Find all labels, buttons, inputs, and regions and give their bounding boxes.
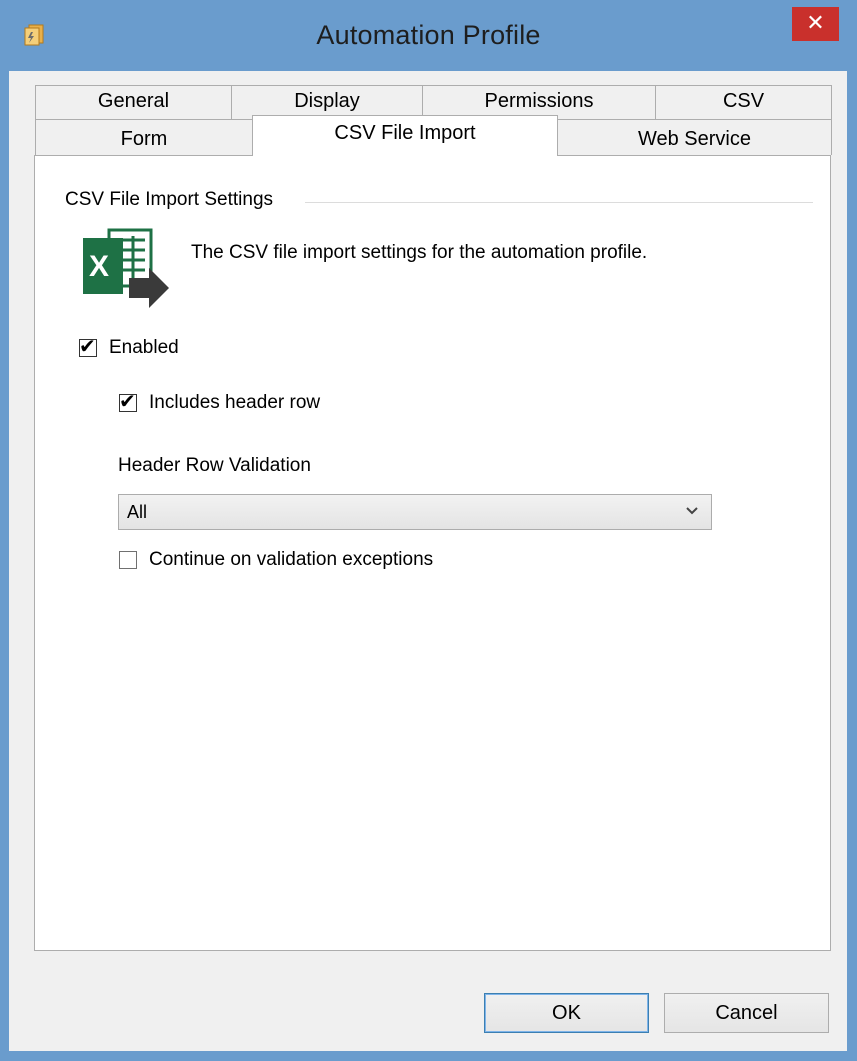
close-button[interactable]: ✕ [792, 7, 839, 41]
ok-button[interactable]: OK [484, 993, 649, 1033]
cancel-button[interactable]: Cancel [664, 993, 829, 1033]
enabled-checkbox-row[interactable]: ✔ Enabled [79, 336, 179, 359]
dialog-window: Automation Profile ✕ General Display Per… [0, 0, 857, 1061]
tab-panel-csv-file-import: CSV File Import Settings X The CSV file … [34, 155, 831, 951]
enabled-checkbox[interactable]: ✔ [79, 336, 97, 358]
tab-form[interactable]: Form [35, 119, 253, 155]
section-description: The CSV file import settings for the aut… [191, 242, 648, 263]
svg-text:X: X [89, 250, 109, 283]
check-mark-icon: ✔ [79, 336, 96, 358]
excel-import-icon: X [83, 228, 169, 308]
includes-header-row-label: Includes header row [149, 392, 321, 413]
title-bar[interactable]: Automation Profile ✕ [0, 0, 857, 70]
continue-on-exceptions-checkbox-row[interactable]: Continue on validation exceptions [119, 549, 433, 571]
group-divider [305, 202, 813, 203]
enabled-label: Enabled [109, 337, 179, 358]
check-mark-icon: ✔ [119, 391, 136, 413]
continue-on-exceptions-checkbox[interactable] [119, 551, 137, 569]
tab-web-service[interactable]: Web Service [557, 119, 832, 155]
includes-header-row-checkbox[interactable]: ✔ [119, 391, 137, 413]
tab-permissions[interactable]: Permissions [422, 85, 656, 119]
tab-display[interactable]: Display [231, 85, 423, 119]
chevron-down-icon [686, 507, 698, 515]
dropdown-selected-value: All [127, 502, 148, 522]
window-title: Automation Profile [316, 20, 541, 50]
continue-on-exceptions-label: Continue on validation exceptions [149, 549, 434, 570]
tab-csv[interactable]: CSV [655, 85, 832, 119]
group-title: CSV File Import Settings [65, 189, 288, 211]
header-row-validation-label: Header Row Validation [118, 455, 311, 476]
includes-header-row-checkbox-row[interactable]: ✔ Includes header row [119, 391, 321, 414]
tab-general[interactable]: General [35, 85, 232, 119]
tab-csv-file-import[interactable]: CSV File Import [252, 115, 558, 156]
dialog-client-area: General Display Permissions CSV Form CSV… [9, 71, 847, 1051]
header-row-validation-dropdown[interactable]: All [118, 494, 712, 530]
